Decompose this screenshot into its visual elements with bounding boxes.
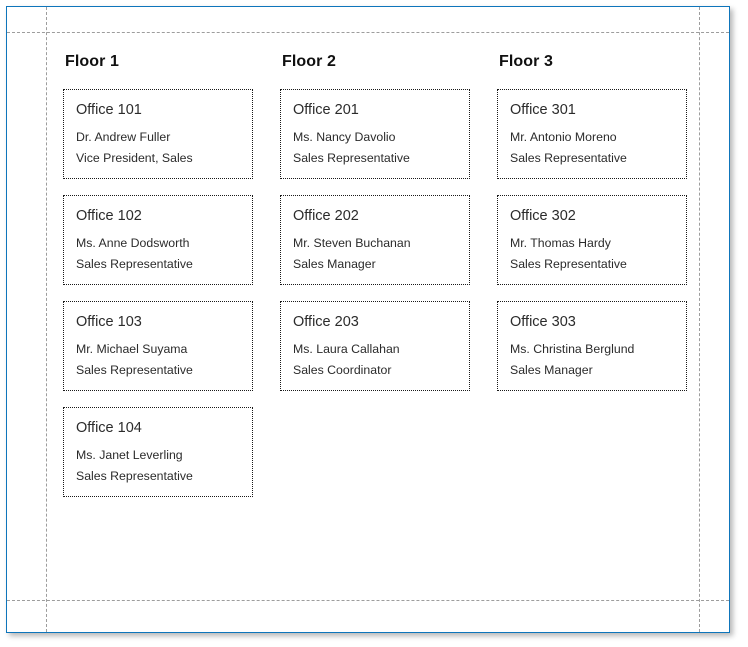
- office-name: Office 101: [76, 102, 142, 118]
- floors-row: Floor 1 Office 101 Dr. Andrew Fuller Vice P…: [63, 53, 699, 513]
- floor-title: Floor 1: [65, 53, 120, 70]
- office-name: Office 202: [293, 208, 359, 224]
- office-role: Sales Representative: [76, 363, 193, 377]
- office-card[interactable]: Office 201 Ms. Nancy Davolio Sales Represe…: [280, 89, 470, 179]
- office-name: Office 203: [293, 314, 359, 330]
- application-window: Floor 1 Office 101 Dr. Andrew Fuller Vice P…: [6, 6, 730, 633]
- office-person: Dr. Andrew Fuller: [76, 130, 171, 144]
- office-role: Sales Representative: [510, 151, 627, 165]
- office-name: Office 102: [76, 208, 142, 224]
- office-name: Office 104: [76, 420, 142, 436]
- office-role: Sales Representative: [76, 257, 193, 271]
- office-card[interactable]: Office 301 Mr. Antonio Moreno Sales Repres…: [497, 89, 687, 179]
- office-person: Mr. Antonio Moreno: [510, 130, 617, 144]
- floor-title: Floor 2: [282, 53, 337, 70]
- office-role: Sales Representative: [510, 257, 627, 271]
- office-person: Ms. Christina Berglund: [510, 342, 635, 356]
- floors-panel: Floor 1 Office 101 Dr. Andrew Fuller Vice P…: [47, 33, 699, 600]
- office-person: Ms. Janet Leverling: [76, 448, 183, 462]
- layout-guide-bottom: [7, 600, 729, 601]
- office-person: Mr. Thomas Hardy: [510, 236, 611, 250]
- floor-column: Floor 1 Office 101 Dr. Andrew Fuller Vice P…: [63, 53, 253, 513]
- floor-column: Floor 3 Office 301 Mr. Antonio Moreno Sales…: [497, 53, 687, 407]
- office-name: Office 103: [76, 314, 142, 330]
- office-card[interactable]: Office 102 Ms. Anne Dodsworth Sales Repres…: [63, 195, 253, 285]
- office-person: Ms. Nancy Davolio: [293, 130, 396, 144]
- office-role: Vice President, Sales: [76, 151, 193, 165]
- office-person: Ms. Anne Dodsworth: [76, 236, 190, 250]
- office-role: Sales Representative: [293, 151, 410, 165]
- office-name: Office 303: [510, 314, 576, 330]
- office-role: Sales Coordinator: [293, 363, 392, 377]
- office-card[interactable]: Office 203 Ms. Laura Callahan Sales Coordi…: [280, 301, 470, 391]
- office-card[interactable]: Office 303 Ms. Christina Berglund Sales Ma…: [497, 301, 687, 391]
- office-card[interactable]: Office 302 Mr. Thomas Hardy Sales Represen…: [497, 195, 687, 285]
- office-role: Sales Representative: [76, 469, 193, 483]
- office-role: Sales Manager: [510, 363, 593, 377]
- office-card[interactable]: Office 202 Mr. Steven Buchanan Sales Manag…: [280, 195, 470, 285]
- office-name: Office 201: [293, 102, 359, 118]
- office-person: Mr. Steven Buchanan: [293, 236, 411, 250]
- office-card[interactable]: Office 103 Mr. Michael Suyama Sales Repres…: [63, 301, 253, 391]
- office-card[interactable]: Office 104 Ms. Janet Leverling Sales Repre…: [63, 407, 253, 497]
- office-card[interactable]: Office 101 Dr. Andrew Fuller Vice Presiden…: [63, 89, 253, 179]
- floor-title: Floor 3: [499, 53, 554, 70]
- office-person: Mr. Michael Suyama: [76, 342, 188, 356]
- office-role: Sales Manager: [293, 257, 376, 271]
- office-person: Ms. Laura Callahan: [293, 342, 400, 356]
- office-name: Office 301: [510, 102, 576, 118]
- office-name: Office 302: [510, 208, 576, 224]
- floor-column: Floor 2 Office 201 Ms. Nancy Davolio Sales …: [280, 53, 470, 407]
- layout-guide-right: [699, 7, 700, 632]
